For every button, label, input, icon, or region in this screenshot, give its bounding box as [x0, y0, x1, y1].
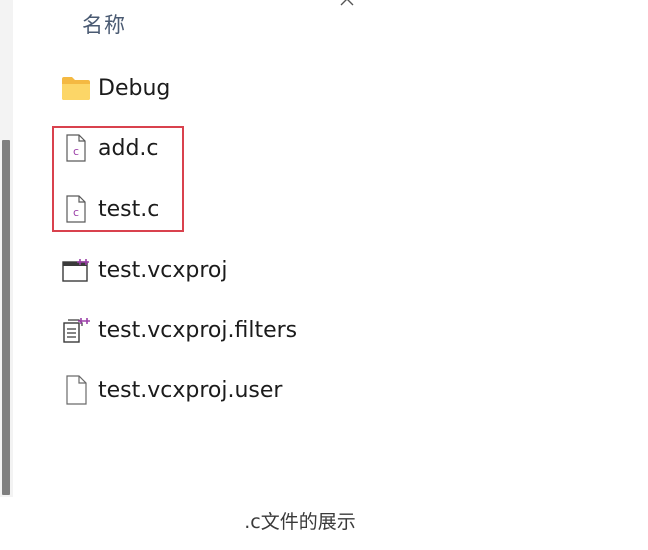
- file-name: test.vcxproj: [98, 257, 228, 283]
- highlight-box: [52, 126, 184, 232]
- file-row-debug[interactable]: Debug: [56, 62, 616, 114]
- column-header-name[interactable]: 名称: [82, 8, 126, 42]
- folder-icon: [60, 72, 92, 104]
- blank-file-icon: [60, 374, 92, 406]
- file-explorer-screenshot: 名称 Debug c add.c c test.c test.vcxproj t…: [0, 0, 648, 550]
- file-row-vcxproj-user[interactable]: test.vcxproj.user: [56, 364, 616, 416]
- file-name: Debug: [98, 75, 171, 101]
- file-name: test.vcxproj.user: [98, 377, 283, 403]
- file-row-vcxproj-filters[interactable]: test.vcxproj.filters: [56, 304, 616, 356]
- file-name: test.vcxproj.filters: [98, 317, 298, 343]
- filters-icon: [60, 314, 92, 346]
- vcxproj-icon: [60, 254, 92, 286]
- close-icon[interactable]: [339, 0, 355, 7]
- scrollbar-thumb[interactable]: [2, 140, 10, 495]
- file-row-vcxproj[interactable]: test.vcxproj: [56, 244, 616, 296]
- vertical-scrollbar[interactable]: [0, 0, 13, 497]
- caption: .c文件的展示: [244, 511, 356, 533]
